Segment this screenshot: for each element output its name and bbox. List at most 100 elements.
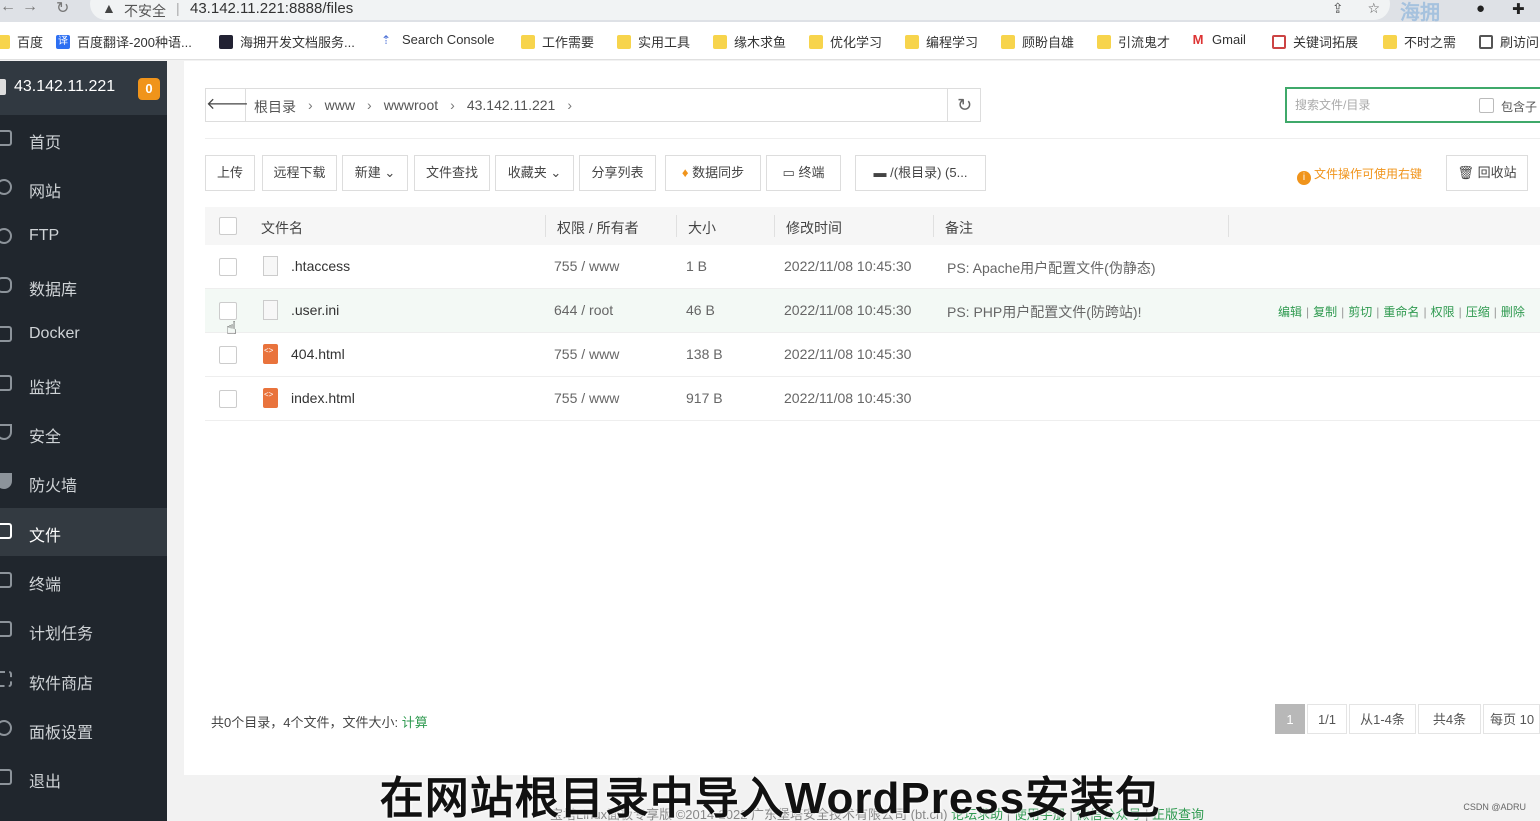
favorites-dropdown-button[interactable]: 收藏夹 ⌄ <box>495 155 574 191</box>
calculate-size-link[interactable]: 计算 <box>402 715 428 730</box>
table-row[interactable]: .htaccess 755 / www 1 B 2022/11/08 10:45… <box>205 245 1540 289</box>
sidebar-item-store[interactable]: 软件商店 <box>0 656 167 704</box>
bookmark-item[interactable]: 缘木求鱼 <box>713 32 786 51</box>
notification-badge[interactable]: 0 <box>138 78 160 100</box>
forward-icon[interactable]: → <box>22 0 38 16</box>
share-icon[interactable]: ⇪ <box>1332 0 1344 16</box>
right-click-tip: i 文件操作可使用右键 <box>1297 165 1422 185</box>
url-text[interactable]: 43.142.11.221:8888/files <box>190 0 353 17</box>
rename-link[interactable]: 重命名 <box>1383 305 1419 319</box>
breadcrumb-item[interactable]: 根目录 <box>254 97 296 117</box>
sidebar-item-docker[interactable]: Docker <box>0 311 167 359</box>
bookmark-item[interactable]: 实用工具 <box>617 32 690 51</box>
file-note: PS: PHP用户配置文件(防跨站)! <box>947 304 1142 320</box>
table-row[interactable]: 404.html 755 / www 138 B 2022/11/08 10:4… <box>205 333 1540 377</box>
bookmark-item[interactable]: 百度 <box>0 32 43 51</box>
file-name[interactable]: .htaccess <box>291 258 350 274</box>
remote-download-button[interactable]: 远程下载 <box>262 155 337 191</box>
permission-link[interactable]: 权限 <box>1431 305 1455 319</box>
back-icon[interactable]: ← <box>0 0 16 16</box>
sidebar-item-database[interactable]: 数据库 <box>0 262 167 310</box>
file-mtime: 2022/11/08 10:45:30 <box>784 302 912 318</box>
bookmark-item[interactable]: 海拥开发文档服务... <box>219 32 355 51</box>
browser-toolbar: ← → ↻ ▲ 不安全 | 43.142.11.221:8888/files ⇪… <box>0 0 1540 24</box>
sidebar-item-settings[interactable]: 面板设置 <box>0 705 167 753</box>
puzzle-icon[interactable]: ✚ <box>1512 0 1525 18</box>
page-size-select[interactable]: 每页 10 <box>1483 704 1540 734</box>
file-mtime: 2022/11/08 10:45:30 <box>784 390 912 406</box>
upload-button[interactable]: 上传 <box>205 155 255 191</box>
column-permission[interactable]: 权限 / 所有者 <box>557 218 639 238</box>
file-permission[interactable]: 755 / www <box>554 390 619 406</box>
disk-icon: ▬ <box>873 165 887 180</box>
back-arrow-icon[interactable]: 🡐 <box>206 89 249 121</box>
new-dropdown-button[interactable]: 新建 ⌄ <box>342 155 408 191</box>
sidebar-item-firewall[interactable]: 防火墙 <box>0 458 167 506</box>
file-permission[interactable]: 755 / www <box>554 258 619 274</box>
bookmark-item[interactable]: 译百度翻译-200种语... <box>56 32 192 51</box>
delete-link[interactable]: 删除 <box>1501 305 1525 319</box>
sidebar-item-monitor[interactable]: 监控 <box>0 360 167 408</box>
bookmark-item[interactable]: 编程学习 <box>905 32 978 51</box>
breadcrumb-item[interactable]: 43.142.11.221 <box>467 97 556 117</box>
file-name[interactable]: 404.html <box>291 346 345 362</box>
bookmark-item[interactable]: ⇡ Search Console <box>381 32 495 47</box>
page-current[interactable]: 1 <box>1275 704 1305 734</box>
sidebar-item-files[interactable]: 文件 <box>0 508 167 556</box>
table-row[interactable]: .user.ini 644 / root 46 B 2022/11/08 10:… <box>205 289 1540 333</box>
divider <box>205 138 1540 139</box>
bookmark-item[interactable]: 引流鬼才 <box>1097 32 1170 51</box>
file-name[interactable]: .user.ini <box>291 302 339 318</box>
star-icon[interactable]: ☆ <box>1367 0 1380 16</box>
compress-link[interactable]: 压缩 <box>1466 305 1490 319</box>
sidebar-item-terminal[interactable]: 终端 <box>0 557 167 605</box>
bookmark-item[interactable]: M Gmail <box>1191 32 1246 47</box>
file-mtime: 2022/11/08 10:45:30 <box>784 346 912 362</box>
firewall-icon <box>0 473 12 489</box>
column-name[interactable]: 文件名 <box>261 218 303 238</box>
address-bar[interactable]: ▲ 不安全 | 43.142.11.221:8888/files ⇪ ☆ <box>90 0 1390 20</box>
sidebar-item-cron[interactable]: 计划任务 <box>0 606 167 654</box>
database-icon <box>0 277 12 293</box>
row-checkbox[interactable] <box>219 258 237 276</box>
sidebar-item-home[interactable]: 首页 <box>0 115 167 163</box>
recycle-bin-button[interactable]: 🗑 回收站 <box>1446 155 1528 191</box>
row-checkbox[interactable] <box>219 390 237 408</box>
cut-link[interactable]: 剪切 <box>1348 305 1372 319</box>
breadcrumb-item[interactable]: wwwroot <box>384 97 438 117</box>
row-checkbox[interactable] <box>219 346 237 364</box>
column-mtime[interactable]: 修改时间 <box>786 218 842 238</box>
refresh-icon[interactable]: ↻ <box>947 89 981 121</box>
trash-icon: 🗑 <box>1457 165 1474 180</box>
sidebar-item-website[interactable]: 网站 <box>0 164 167 212</box>
file-permission[interactable]: 644 / root <box>554 302 613 318</box>
profile-icon[interactable]: ● <box>1476 0 1485 17</box>
find-file-button[interactable]: 文件查找 <box>414 155 490 191</box>
table-row[interactable]: index.html 755 / www 917 B 2022/11/08 10… <box>205 377 1540 421</box>
bookmark-item[interactable]: 关键词拓展 <box>1272 32 1358 51</box>
bookmark-item[interactable]: 顾盼自雄 <box>1001 32 1074 51</box>
data-sync-button[interactable]: ♦ 数据同步 <box>665 155 761 191</box>
terminal-button[interactable]: ▭ 终端 <box>766 155 841 191</box>
bookmark-item[interactable]: 刷访问 <box>1479 32 1539 51</box>
column-size[interactable]: 大小 <box>688 218 716 238</box>
sidebar-item-ftp[interactable]: FTP <box>0 213 167 261</box>
bookmark-item[interactable]: 优化学习 <box>809 32 882 51</box>
bookmark-item[interactable]: 工作需要 <box>521 32 594 51</box>
breadcrumb-item[interactable]: www <box>325 97 355 117</box>
sidebar-item-security[interactable]: 安全 <box>0 409 167 457</box>
chevron-right-icon: › <box>308 97 313 113</box>
file-name[interactable]: index.html <box>291 390 355 406</box>
column-note[interactable]: 备注 <box>945 218 973 238</box>
include-subdir-checkbox[interactable] <box>1479 98 1494 113</box>
copy-link[interactable]: 复制 <box>1313 305 1337 319</box>
search-input[interactable] <box>1295 96 1475 114</box>
disk-button[interactable]: ▬ /(根目录) (5... <box>855 155 986 191</box>
bookmark-item[interactable]: 不时之需 <box>1383 32 1456 51</box>
page-count: 1/1 <box>1307 704 1347 734</box>
select-all-checkbox[interactable] <box>219 217 237 235</box>
share-list-button[interactable]: 分享列表 <box>579 155 656 191</box>
file-permission[interactable]: 755 / www <box>554 346 619 362</box>
edit-link[interactable]: 编辑 <box>1278 305 1302 319</box>
reload-icon[interactable]: ↻ <box>56 0 69 18</box>
